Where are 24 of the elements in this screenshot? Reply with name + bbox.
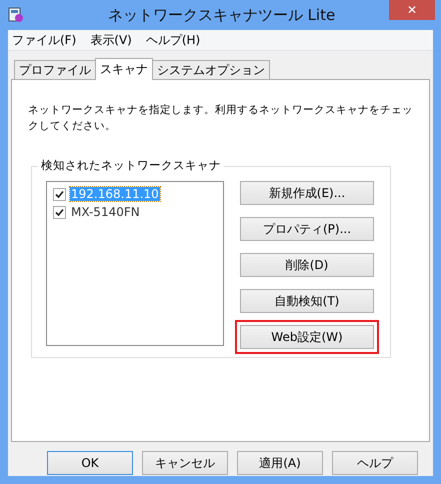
close-button[interactable]: ✕ (389, 0, 435, 20)
window-title: ネットワークスキャナツール Lite (106, 6, 336, 24)
dialog-button[interactable]: 適用(A) (237, 451, 323, 475)
action-button[interactable]: Web設定(W) (240, 325, 374, 349)
group-title: 検知されたネットワークスキャナ (38, 158, 224, 173)
menu-item[interactable]: ファイル(F) (12, 32, 76, 48)
scanner-list[interactable]: 192.168.11.10 MX-5140FN (46, 181, 224, 346)
action-button[interactable]: 自動検知(T) (240, 289, 374, 313)
scanner-item[interactable]: MX-5140FN (70, 205, 141, 219)
description-text: ネットワークスキャナを指定します。利用するネットワークスキャナをチェックしてください。 (28, 103, 414, 134)
tab[interactable]: スキャナ (95, 58, 153, 80)
menu-item[interactable]: 表示(V) (90, 32, 132, 48)
checkbox[interactable] (53, 188, 66, 200)
action-button[interactable]: 削除(D) (240, 253, 374, 277)
app-icon (8, 7, 24, 23)
dialog-button[interactable]: キャンセル (142, 451, 228, 475)
menu-item[interactable]: ヘルプ(H) (146, 32, 200, 48)
tab[interactable]: プロファイル (14, 60, 96, 79)
dialog-button[interactable]: OK (47, 451, 133, 475)
dialog-button[interactable]: ヘルプ (332, 451, 418, 475)
action-button[interactable]: 新規作成(E)... (240, 181, 374, 205)
checkbox[interactable] (53, 206, 66, 218)
tab[interactable]: システムオプション (152, 60, 270, 79)
action-button[interactable]: プロパティ(P)... (240, 217, 374, 241)
